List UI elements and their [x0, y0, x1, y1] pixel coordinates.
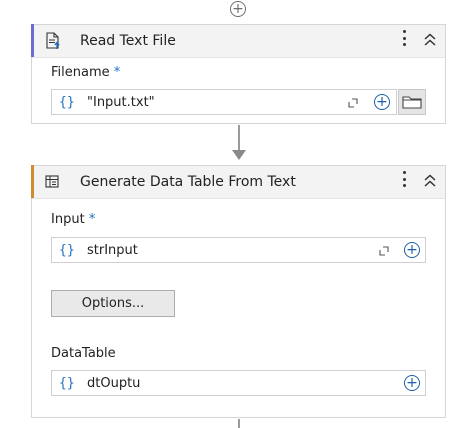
expand-editor-icon[interactable] [348, 98, 358, 108]
required-marker: * [113, 65, 121, 80]
add-expression-icon[interactable]: + [404, 375, 420, 391]
add-activity-icon[interactable]: + [230, 1, 246, 17]
expression-braces-icon: {} [59, 242, 75, 258]
filename-label-text: Filename [51, 65, 110, 80]
required-marker: * [88, 212, 96, 227]
add-expression-icon[interactable]: + [404, 242, 420, 258]
filename-field[interactable]: {} "Input.txt" + [51, 89, 397, 115]
filename-label: Filename * [51, 65, 120, 80]
more-options-icon[interactable] [401, 171, 407, 191]
read-file-icon [46, 32, 60, 49]
input-label-text: Input [51, 212, 85, 227]
input-label: Input * [51, 212, 95, 227]
activity-header[interactable]: Generate Data Table From Text [31, 165, 445, 199]
sequence-connector [238, 125, 240, 151]
activity-accent-bar [31, 24, 34, 57]
datatable-label: DataTable [51, 346, 116, 361]
browse-folder-button[interactable] [398, 89, 426, 115]
read-text-file-activity[interactable]: Read Text File Filename * {} "Input.txt"… [31, 24, 446, 124]
activity-accent-bar [31, 165, 34, 198]
expression-braces-icon: {} [59, 375, 75, 391]
folder-icon [402, 96, 422, 109]
connector-arrow-icon [232, 150, 246, 160]
datatable-field[interactable]: {} dtOuptu + [51, 370, 426, 396]
more-options-icon[interactable] [401, 30, 407, 50]
input-field[interactable]: {} strInput + [51, 237, 426, 263]
activity-title: Generate Data Table From Text [80, 174, 296, 190]
collapse-chevrons-icon[interactable] [423, 30, 437, 50]
data-table-icon [45, 175, 59, 188]
expand-editor-icon[interactable] [379, 246, 389, 256]
generate-data-table-activity[interactable]: Generate Data Table From Text Input * {}… [31, 165, 446, 418]
expression-braces-icon: {} [59, 94, 75, 110]
filename-value[interactable]: "Input.txt" [87, 95, 155, 110]
collapse-chevrons-icon[interactable] [423, 171, 437, 191]
input-value[interactable]: strInput [87, 243, 138, 258]
activity-header[interactable]: Read Text File [31, 24, 445, 58]
datatable-value[interactable]: dtOuptu [87, 376, 140, 391]
activity-title: Read Text File [80, 33, 176, 49]
options-button[interactable]: Options... [51, 290, 175, 317]
add-expression-icon[interactable]: + [374, 94, 390, 110]
sequence-connector [238, 419, 240, 428]
